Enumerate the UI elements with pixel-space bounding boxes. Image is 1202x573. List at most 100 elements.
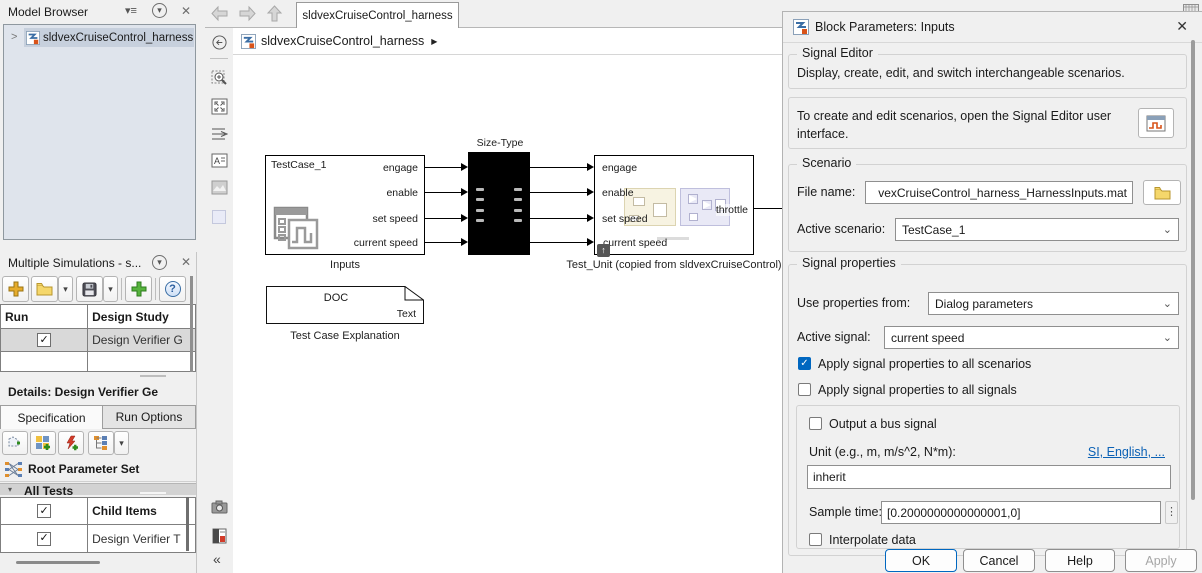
dialog-scrollbar[interactable] [1191,40,1195,500]
use-properties-combo[interactable]: Dialog parameters ⌄ [928,292,1179,315]
document-tab[interactable]: sldvexCruiseControl_harness [296,2,459,29]
output-bus-checkbox[interactable] [809,417,822,430]
apply-button[interactable]: Apply [1125,549,1197,572]
annotation-icon[interactable]: A [211,152,228,172]
doc-block[interactable]: DOC Text [266,286,424,324]
collapse-icon[interactable]: « [213,551,221,567]
table-row[interactable]: ✓ Child Items [1,498,195,525]
hierarchy-view-button[interactable] [88,431,114,455]
tab-specification[interactable]: Specification [0,405,103,429]
active-scenario-combo[interactable]: TestCase_1 ⌄ [895,218,1179,241]
cancel-button[interactable]: Cancel [963,549,1035,572]
test-unit-block-name[interactable]: Test_Unit (copied from sldvexCruiseContr… [554,259,794,271]
unit-input[interactable]: inherit [807,465,1171,489]
help-button[interactable]: ? [159,276,186,302]
details-scrollbar[interactable] [186,497,189,551]
dv-test-checkbox[interactable]: ✓ [37,532,51,546]
area-icon[interactable] [212,210,226,224]
back-to-parent-icon[interactable] [212,35,227,53]
add-design-study-button[interactable] [2,276,29,302]
browse-file-button[interactable] [1143,180,1181,205]
route-signals-icon[interactable] [211,126,228,144]
combo-chevron-icon: ⌄ [1163,223,1172,236]
back-icon[interactable] [210,5,229,25]
open-button[interactable] [31,276,58,302]
table-row[interactable]: ✓ Design Verifier T [1,525,195,552]
save-button[interactable] [76,276,103,302]
table-row[interactable]: ✓ Design Verifier G [1,329,195,352]
panel-collapse-icon[interactable]: ▾ [152,3,167,18]
ms-scrollbar[interactable] [190,276,193,372]
signal-wire[interactable] [530,192,587,193]
size-type-block[interactable] [468,152,530,255]
camera-icon[interactable] [211,500,228,517]
tab-run-options[interactable]: Run Options [103,405,196,429]
size-type-block-name[interactable]: Size-Type [455,137,545,149]
root-parameter-set-row[interactable]: Root Parameter Set [0,457,196,482]
signal-wire[interactable] [425,192,461,193]
model-browser-close-icon[interactable]: ✕ [181,4,191,18]
design-study-cell[interactable]: Design Verifier G [88,329,195,352]
run-checkbox[interactable]: ✓ [37,333,51,347]
test-unit-block[interactable]: engage enable set speed current speed th… [594,155,754,255]
save-dropdown-button[interactable]: ▾ [103,276,118,302]
sample-time-ellipsis-button[interactable]: ⋮ [1165,501,1178,524]
apply-signals-checkbox[interactable] [798,383,811,396]
horizontal-scrollbar[interactable] [16,561,100,564]
dv-test-cell[interactable]: Design Verifier T [88,525,195,552]
table-row-empty[interactable] [1,352,195,371]
multiple-simulations-close-icon[interactable]: ✕ [181,255,191,269]
panel-menu-icon[interactable]: ▾≡ [125,4,143,17]
ms-panel-collapse-icon[interactable]: ▾ [152,255,167,270]
up-icon[interactable] [266,4,283,26]
signal-wire[interactable] [425,167,461,168]
open-signal-editor-button[interactable] [1138,108,1174,138]
signal-wire[interactable] [425,242,461,243]
column-header-design-study[interactable]: Design Study [88,305,195,329]
hierarchy-dropdown-button[interactable]: ▾ [114,431,129,455]
sample-time-input[interactable]: [0.2000000000000001,0] [881,501,1161,524]
splitter-grip-2[interactable] [140,492,166,494]
zoom-region-icon[interactable] [211,70,228,90]
harness-badge-icon[interactable]: ↑ [597,244,610,257]
add-item-button[interactable] [125,276,152,302]
breadcrumb-label[interactable]: sldvexCruiseControl_harness [261,34,424,48]
add-parameter-set-button[interactable] [30,431,56,455]
breadcrumb[interactable]: sldvexCruiseControl_harness ▶ [233,28,782,55]
add-fault-button[interactable] [58,431,84,455]
tree-item-harness[interactable]: sldvexCruiseControl_harness [24,28,194,47]
child-items-checkbox[interactable]: ✓ [37,504,51,518]
output-bus-label: Output a bus signal [829,417,937,431]
child-items-header[interactable]: Child Items [88,498,195,525]
column-header-run[interactable]: Run [1,305,88,329]
file-name-label: File name: [797,185,855,199]
signal-wire[interactable] [530,242,587,243]
splitter-grip[interactable] [140,375,166,377]
add-constraint-button[interactable] [2,431,28,455]
dialog-close-icon[interactable]: ✕ [1176,18,1188,35]
signal-wire[interactable] [530,167,587,168]
tree-expand-icon[interactable]: > [11,31,17,43]
unit-systems-link[interactable]: SI, English, ... [1088,445,1165,459]
file-name-input[interactable]: vexCruiseControl_harness_HarnessInputs.m… [865,181,1133,204]
viewmarks-icon[interactable] [212,528,227,547]
ok-button[interactable]: OK [885,549,957,572]
apply-scenarios-checkbox[interactable]: ✓ [798,357,811,370]
signal-wire[interactable] [530,218,587,219]
help-button[interactable]: Help [1045,549,1115,572]
signal-wire[interactable] [425,218,461,219]
active-signal-combo[interactable]: current speed ⌄ [884,326,1179,349]
all-tests-row-clipped[interactable]: ▾ All Tests [0,483,196,495]
breadcrumb-arrow-icon[interactable]: ▶ [431,37,437,46]
open-dropdown-button[interactable]: ▾ [58,276,73,302]
combo-chevron-icon: ⌄ [1163,297,1172,310]
toolbar-separator-2 [155,278,156,300]
fit-to-view-icon[interactable] [211,98,228,118]
inputs-block[interactable]: TestCase_1 engage enable set speed curre… [265,155,425,255]
inputs-block-name[interactable]: Inputs [265,259,425,271]
interpolate-checkbox[interactable] [809,533,822,546]
forward-icon[interactable] [238,5,257,25]
doc-block-name[interactable]: Test Case Explanation [266,330,424,342]
image-icon[interactable] [211,180,228,198]
throttle-wire[interactable] [754,208,782,209]
